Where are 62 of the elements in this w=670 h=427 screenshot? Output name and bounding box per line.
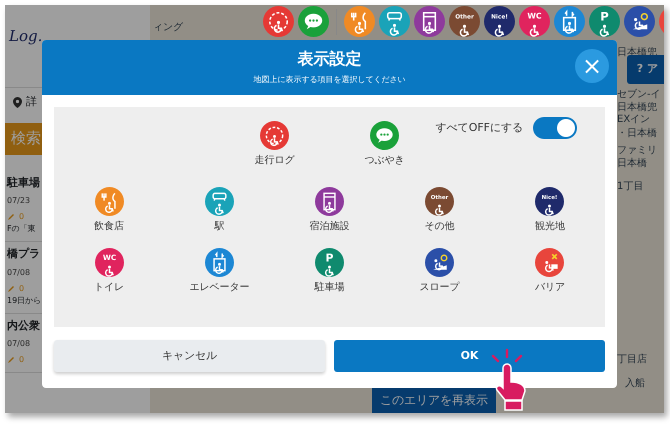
wc-category-icon[interactable]: WC xyxy=(94,248,124,277)
hotel-category-icon[interactable] xyxy=(314,187,344,216)
category-label[interactable]: バリア xyxy=(534,280,565,295)
map-label: 入船 xyxy=(625,376,645,391)
map-label: セブン-イ xyxy=(617,88,661,102)
map-label: ・日本橋 xyxy=(617,126,657,141)
category-label[interactable]: 駅 xyxy=(214,219,224,234)
map-label: ファミリ xyxy=(617,144,657,158)
toggle-switch[interactable] xyxy=(533,117,577,139)
slope-category-icon[interactable] xyxy=(624,6,655,37)
post-excerpt: Fの「東 xyxy=(7,223,36,235)
help-button[interactable]: ? ア xyxy=(626,55,664,84)
category-label[interactable]: 宿泊施設 xyxy=(309,219,350,234)
location-pin-icon xyxy=(13,96,22,108)
map-label: 丁目店 xyxy=(617,352,647,367)
food-category-icon[interactable] xyxy=(94,187,124,216)
post-date: 07/08 xyxy=(7,266,32,278)
category-label[interactable]: その他 xyxy=(424,219,455,234)
ok-button[interactable]: OK xyxy=(334,340,605,372)
category-label[interactable]: 駐車場 xyxy=(314,280,344,295)
map-label: ィング xyxy=(153,21,183,35)
parking-category-icon[interactable]: P xyxy=(589,6,620,37)
map-label: 日本橋 xyxy=(617,156,647,171)
category-label[interactable]: エレベーター xyxy=(189,280,250,295)
app-logo: Log. xyxy=(8,26,44,47)
parking-category-icon[interactable]: P xyxy=(314,248,344,277)
chat-category-icon[interactable] xyxy=(298,6,329,37)
barrier-category-icon[interactable] xyxy=(535,248,564,277)
detail-label: 詳 xyxy=(26,94,37,110)
toggle-label: すべてOFFにする xyxy=(436,120,523,136)
wc-category-icon[interactable]: WC xyxy=(519,6,550,37)
food-category-icon[interactable] xyxy=(344,6,375,37)
category-label[interactable]: 走行ログ xyxy=(254,153,294,168)
map-label: 1丁目 xyxy=(617,180,644,194)
post-date: 07/23 xyxy=(7,195,32,207)
station-category-icon[interactable] xyxy=(379,6,410,37)
elevator-category-icon[interactable] xyxy=(204,248,234,277)
category-label[interactable]: 観光地 xyxy=(534,219,565,234)
dialog-title: 表示設定 xyxy=(298,49,362,69)
category-label[interactable]: 飲食店 xyxy=(94,219,124,234)
log-category-icon[interactable] xyxy=(263,6,294,37)
slope-category-icon[interactable] xyxy=(425,248,454,277)
station-category-icon[interactable] xyxy=(204,187,234,216)
category-label[interactable]: トイレ xyxy=(94,280,124,295)
hotel-category-icon[interactable] xyxy=(414,6,445,37)
pencil-icon xyxy=(7,213,15,221)
cancel-button[interactable]: キャンセル xyxy=(54,340,325,372)
dialog-subtitle: 地図上に表示する項目を選択してください xyxy=(254,74,406,86)
category-label[interactable]: スロープ xyxy=(420,280,460,295)
post-excerpt: 19日から xyxy=(7,294,42,306)
post-count: 0 xyxy=(19,282,24,294)
category-label[interactable]: つぶやき xyxy=(364,153,404,168)
post-date: 07/08 xyxy=(7,338,32,350)
elevator-category-icon[interactable] xyxy=(554,6,585,37)
post-count: 0 xyxy=(19,211,24,223)
chat-category-icon[interactable] xyxy=(370,121,399,150)
post-count: 0 xyxy=(19,354,24,366)
pencil-icon xyxy=(7,284,15,292)
map-label: EXイン xyxy=(617,113,650,127)
pencil-icon xyxy=(7,356,15,364)
map-label: 日本橋兜 xyxy=(617,100,657,114)
log-category-icon[interactable] xyxy=(260,121,289,150)
